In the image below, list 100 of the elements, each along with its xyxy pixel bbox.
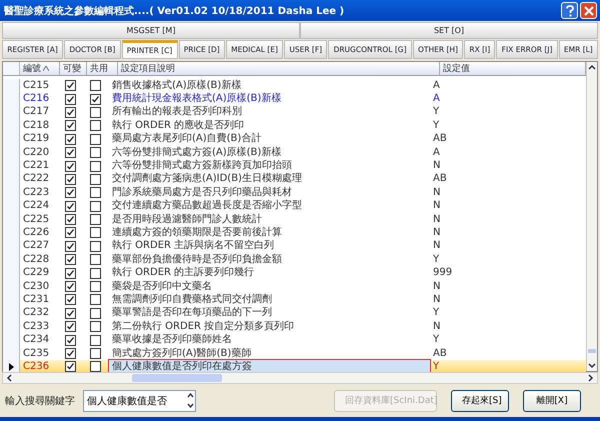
checkbox[interactable] <box>90 80 101 92</box>
checkbox[interactable] <box>65 160 76 172</box>
checkbox[interactable] <box>65 321 76 332</box>
checkbox[interactable] <box>90 160 101 172</box>
window-title: 醫聖診療系統之參數編輯程式....( Ver01.02 10/18/2011 Dasha Lee ) <box>4 4 344 18</box>
checkbox[interactable] <box>90 94 101 105</box>
table-cell-text: 門診系統藥局處方是否只列印藥品與耗材 <box>111 186 293 200</box>
table-cell-text: C217 <box>22 106 50 120</box>
table-cell-text: 所有輸出的報表是否列印科別 <box>111 106 243 120</box>
table-cell-text: C219 <box>22 132 50 146</box>
table-cell-text: 執行 ORDER 主訴與病名不留空白列 <box>111 240 276 254</box>
checkbox[interactable] <box>65 214 76 226</box>
checkbox[interactable] <box>90 106 101 118</box>
table-cell-text: N <box>432 320 442 334</box>
checkbox[interactable] <box>65 147 76 158</box>
help-button[interactable] <box>561 2 578 19</box>
scroll-up-icon <box>588 64 596 70</box>
table-cell-text: 費用統計現金報表格式(A)原樣(B)新樣 <box>111 92 282 106</box>
checkbox[interactable] <box>90 200 101 212</box>
table-cell-text: 交付連續處方藥品數超過長度是否縮小字型 <box>111 200 303 213</box>
checkbox[interactable] <box>65 268 76 279</box>
checkbox[interactable] <box>65 281 76 292</box>
table-cell-text: AB <box>432 172 448 186</box>
column-header[interactable]: 可變 <box>60 62 87 75</box>
table-cell-text: C229 <box>22 266 50 280</box>
table-cell-text: 999 <box>432 266 454 280</box>
checkbox[interactable] <box>90 361 101 372</box>
checkbox[interactable] <box>65 254 76 266</box>
checkbox[interactable] <box>90 321 101 332</box>
search-field[interactable]: 個人健康數值是否 <box>83 390 196 412</box>
checkbox[interactable] <box>90 214 101 226</box>
checkbox[interactable] <box>90 174 101 185</box>
table-cell-text: 藥袋是否列印中文藥名 <box>111 280 213 294</box>
tab-group[interactable]: MSGSET [M] <box>2 22 300 39</box>
checkbox[interactable] <box>90 227 101 238</box>
action-button[interactable]: 離開[X] <box>523 390 581 412</box>
table-cell-text: C234 <box>22 333 50 347</box>
table-cell-text: C235 <box>22 346 50 360</box>
table-cell-text: N <box>432 159 442 173</box>
checkbox[interactable] <box>65 294 76 306</box>
spin-up-icon[interactable] <box>187 393 194 398</box>
checkbox[interactable] <box>65 94 76 105</box>
column-header[interactable]: 編號 <box>20 62 60 75</box>
checkbox[interactable] <box>90 308 101 319</box>
checkbox[interactable] <box>65 200 76 212</box>
table-cell-text: Y <box>432 360 440 374</box>
checkbox[interactable] <box>65 361 76 372</box>
close-button[interactable] <box>580 2 597 19</box>
table-cell-text: N <box>432 212 442 226</box>
checkbox[interactable] <box>65 134 76 145</box>
table-cell-text: C230 <box>22 280 50 294</box>
column-header[interactable]: 共用 <box>87 62 118 75</box>
table-cell-text: N <box>432 186 442 200</box>
checkbox[interactable] <box>90 134 101 145</box>
table-cell-text: C225 <box>22 212 50 226</box>
spin-down-icon[interactable] <box>187 403 194 408</box>
table-cell-text: 交付調劑處方箋病患(A)ID(B)生日模糊處理 <box>111 172 303 186</box>
tab-group[interactable]: SET [O] <box>300 22 598 39</box>
table-cell-text: 銷售收據格式(A)原樣(B)新樣 <box>111 79 242 92</box>
table-cell-text: 藥單收據是否列印藥師姓名 <box>111 333 233 347</box>
scroll-down-icon <box>588 363 596 369</box>
table-cell-text: Y <box>432 119 440 133</box>
checkbox[interactable] <box>90 268 101 279</box>
table-cell-text: N <box>432 226 442 240</box>
checkbox[interactable] <box>90 254 101 266</box>
table-cell-text: 執行 ORDER 的主訴要列印幾行 <box>111 266 256 280</box>
table-cell-text: C236 <box>22 360 50 374</box>
checkbox[interactable] <box>90 281 101 292</box>
checkbox[interactable] <box>65 187 76 198</box>
scroll-right-icon <box>588 374 594 382</box>
checkbox[interactable] <box>65 120 76 132</box>
table-cell-text: 簡式處方簽列印(A)醫師(B)藥師 <box>111 346 252 360</box>
table-cell-text: N <box>432 200 442 213</box>
checkbox[interactable] <box>90 240 101 252</box>
checkbox[interactable] <box>90 147 101 158</box>
table-cell-text: C228 <box>22 253 50 266</box>
checkbox[interactable] <box>90 348 101 359</box>
checkbox[interactable] <box>65 334 76 346</box>
checkbox[interactable] <box>65 106 76 118</box>
horizontal-scrollbar[interactable] <box>2 372 598 384</box>
table-cell-text: C216 <box>22 92 50 106</box>
checkbox[interactable] <box>65 80 76 92</box>
checkbox[interactable] <box>65 348 76 359</box>
table-cell-text: Y <box>432 253 440 266</box>
checkbox[interactable] <box>65 174 76 185</box>
checkbox[interactable] <box>90 120 101 132</box>
action-button[interactable]: 存起來[S] <box>451 390 509 412</box>
table-cell-text: Y <box>432 106 440 120</box>
checkbox[interactable] <box>65 240 76 252</box>
checkbox[interactable] <box>90 294 101 306</box>
checkbox[interactable] <box>65 227 76 238</box>
table-cell-text: C222 <box>22 172 50 186</box>
table-cell-text: 執行 ORDER 的應收是否列印 <box>111 119 246 132</box>
checkbox[interactable] <box>65 308 76 319</box>
checkbox[interactable] <box>90 187 101 198</box>
table-cell-text: AB <box>432 132 448 146</box>
checkbox[interactable] <box>90 334 101 346</box>
vertical-scrollbar[interactable] <box>586 62 597 371</box>
column-header[interactable]: 設定項目說明 <box>118 62 440 75</box>
table-cell-text: C220 <box>22 146 50 160</box>
